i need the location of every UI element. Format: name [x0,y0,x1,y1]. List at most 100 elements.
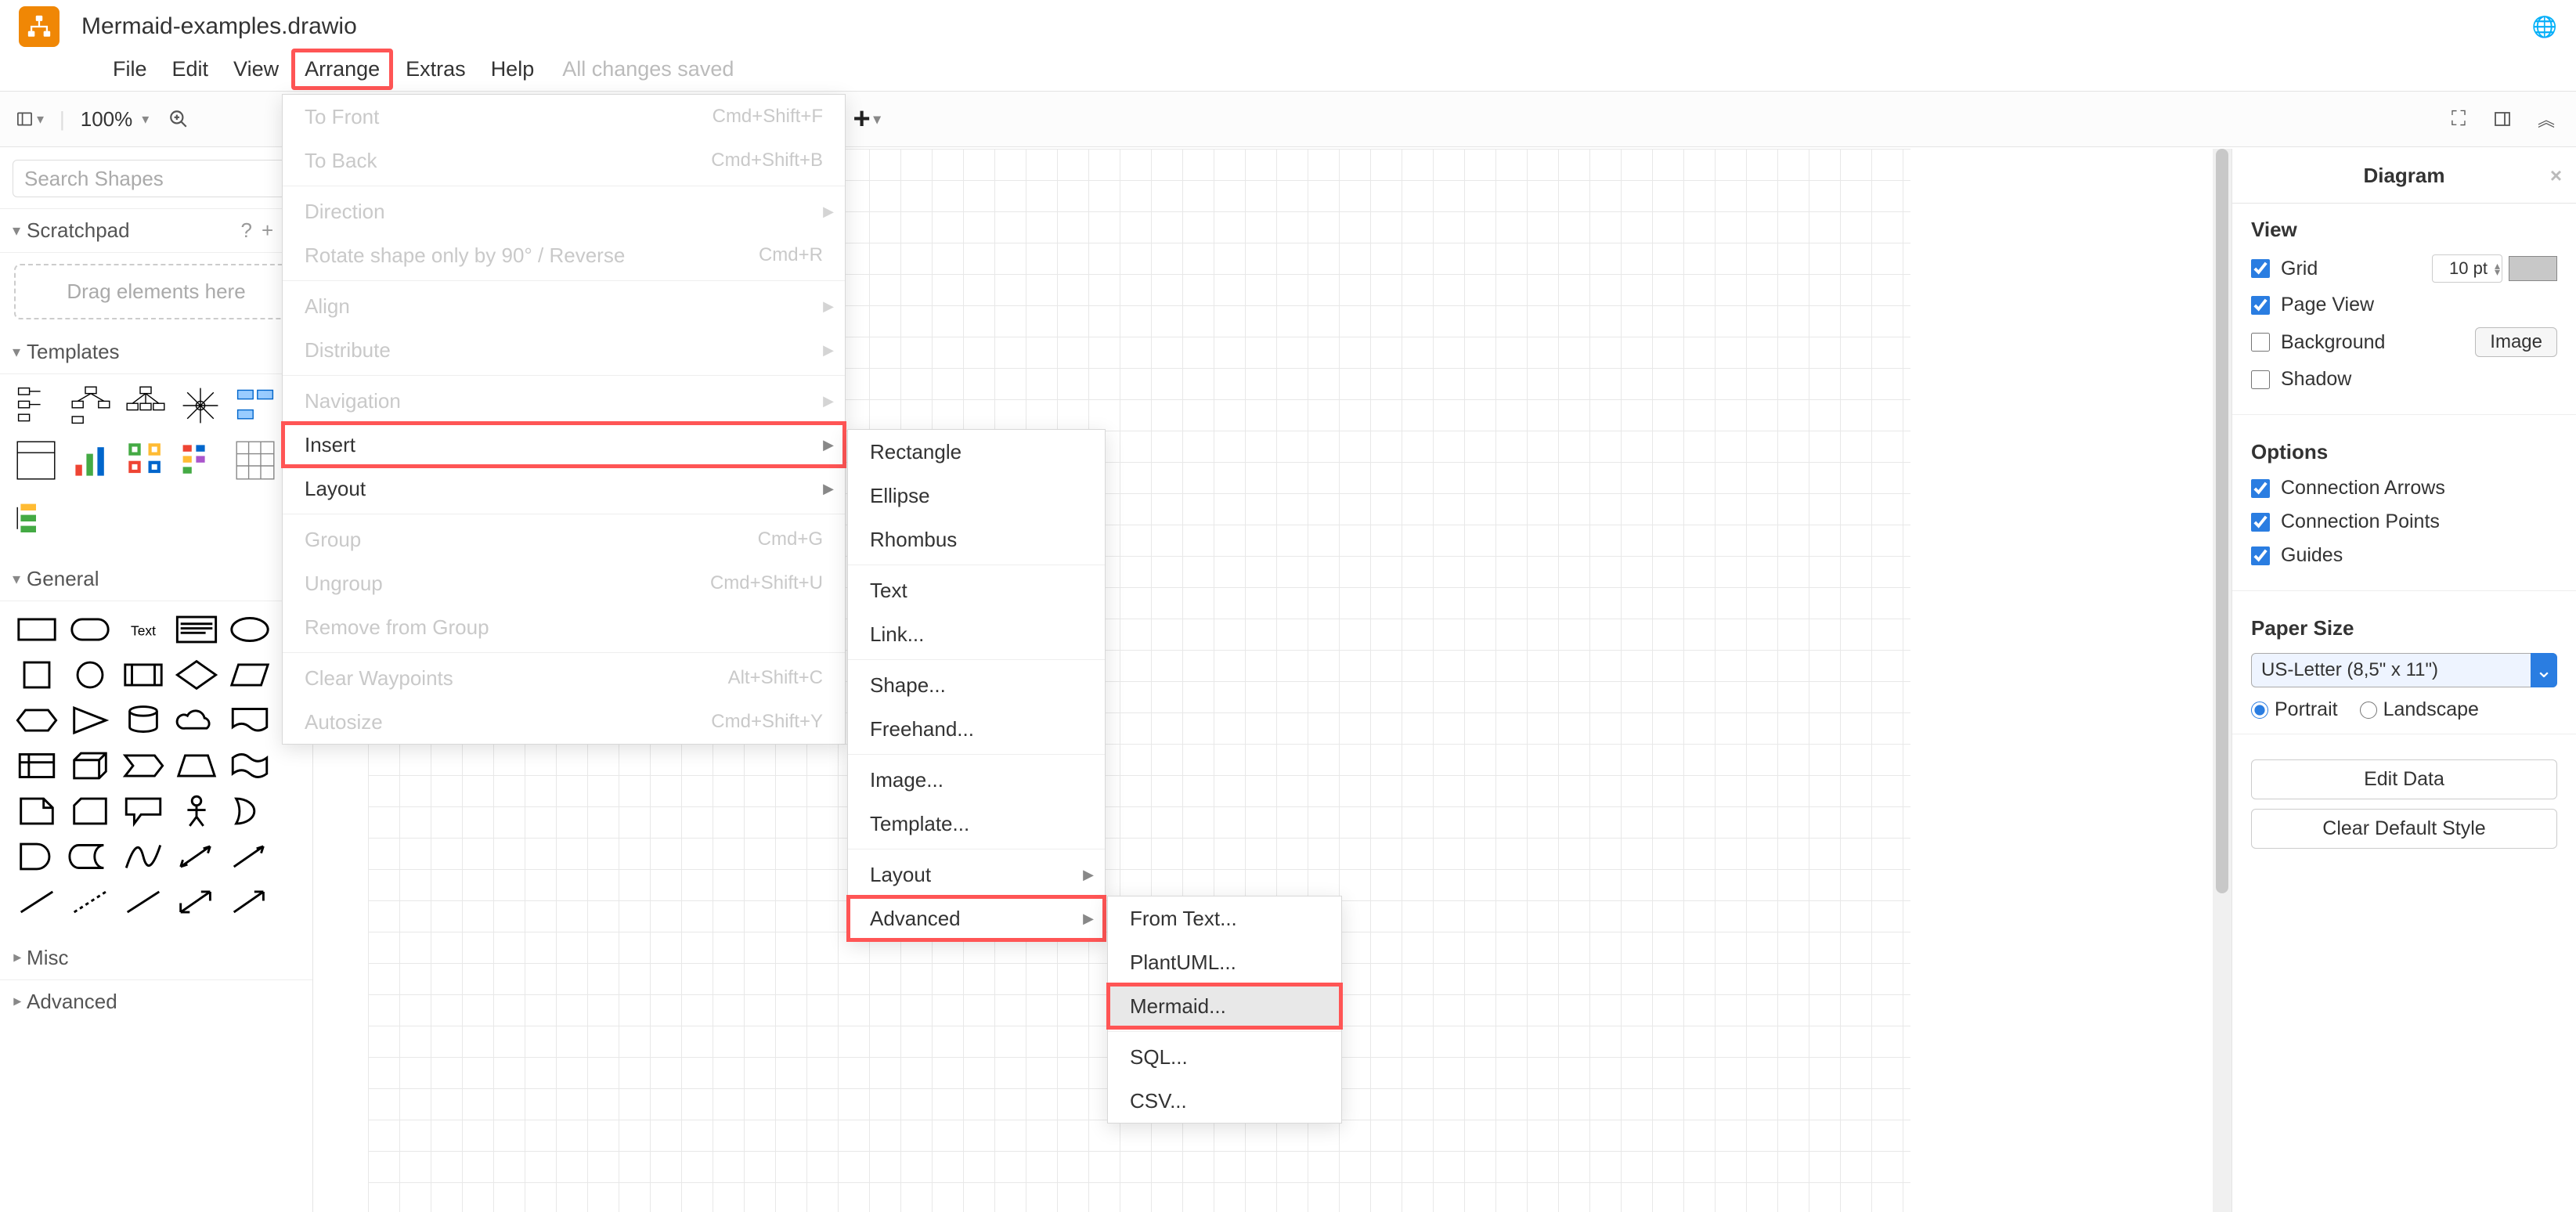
background-image-button[interactable]: Image [2475,327,2557,357]
clear-style-button[interactable]: Clear Default Style [2251,809,2557,849]
shape-document[interactable] [227,702,272,739]
shape-cylinder[interactable] [121,702,166,739]
insert-item-rhombus[interactable]: Rhombus [848,518,1105,561]
pageview-checkbox[interactable] [2251,296,2270,315]
shape-dashline[interactable] [67,883,113,921]
shape-arrow[interactable] [227,838,272,875]
grid-color-swatch[interactable] [2509,256,2557,281]
grid-checkbox[interactable] [2251,259,2270,278]
collapse-icon[interactable]: ︽ [2532,105,2560,133]
shape-rhombus[interactable] [174,656,219,694]
conn-arrows-checkbox[interactable] [2251,479,2270,498]
advanced-item-csv-[interactable]: CSV... [1108,1079,1341,1123]
document-title[interactable]: Mermaid-examples.drawio [81,13,357,40]
help-icon[interactable]: ? [241,218,252,243]
template-thumb[interactable] [179,438,222,482]
insert-item-advanced[interactable]: Advanced▶ [848,896,1105,940]
shadow-checkbox[interactable] [2251,370,2270,389]
shape-line2[interactable] [121,883,166,921]
template-thumb[interactable] [69,438,113,482]
menu-arrange[interactable]: Arrange [291,49,393,90]
shape-square[interactable] [14,656,60,694]
template-thumb[interactable] [14,438,58,482]
shape-process[interactable] [121,656,166,694]
template-thumb[interactable] [124,438,168,482]
insert-item-freehand-[interactable]: Freehand... [848,707,1105,751]
shape-tape[interactable] [227,747,272,785]
add-icon[interactable]: +▾ [853,105,881,133]
zoom-in-icon[interactable] [164,105,193,133]
search-shapes-input[interactable] [13,160,300,197]
shape-step[interactable] [121,747,166,785]
grid-size-input[interactable]: 10 pt▴▾ [2432,254,2502,283]
shape-rect[interactable] [14,611,60,648]
insert-item-image-[interactable]: Image... [848,758,1105,802]
shape-or[interactable] [227,792,272,830]
insert-item-ellipse[interactable]: Ellipse [848,474,1105,518]
background-checkbox[interactable] [2251,333,2270,352]
shape-callout[interactable] [121,792,166,830]
template-thumb[interactable] [179,384,222,427]
shape-card[interactable] [67,792,113,830]
shape-ellipse[interactable] [227,611,272,648]
shape-roundrect[interactable] [67,611,113,648]
shape-note[interactable] [14,792,60,830]
templates-header[interactable]: ▾Templates [0,330,312,374]
zoom-control[interactable]: 100%▾ [81,107,150,132]
menu-edit[interactable]: Edit [160,49,222,89]
sidebar-toggle-icon[interactable]: ▾ [16,105,44,133]
menu-extras[interactable]: Extras [393,49,478,89]
misc-header[interactable]: ▾Misc [0,936,312,980]
insert-item-text[interactable]: Text [848,568,1105,612]
menu-view[interactable]: View [221,49,291,89]
paper-size-select[interactable]: US-Letter (8,5" x 11") [2251,653,2557,687]
format-panel-icon[interactable] [2488,105,2516,133]
advanced-item-sql-[interactable]: SQL... [1108,1035,1341,1079]
globe-icon[interactable]: 🌐 [2532,15,2557,39]
arrange-item-layout[interactable]: Layout▶ [283,467,845,510]
guides-checkbox[interactable] [2251,546,2270,565]
shape-curve[interactable] [121,838,166,875]
add-scratch-icon[interactable]: + [262,218,273,243]
portrait-radio[interactable]: Portrait [2251,698,2338,721]
scratchpad-dropzone[interactable]: Drag elements here [14,264,298,319]
template-thumb[interactable] [69,384,113,427]
edit-data-button[interactable]: Edit Data [2251,759,2557,799]
shape-arrow2[interactable] [227,883,272,921]
insert-item-rectangle[interactable]: Rectangle [848,430,1105,474]
template-thumb[interactable] [124,384,168,427]
diagram-tab[interactable]: Diagram × [2232,149,2576,204]
insert-item-template-[interactable]: Template... [848,802,1105,846]
template-thumb[interactable] [14,384,58,427]
advanced-item-from-text-[interactable]: From Text... [1108,896,1341,940]
template-thumb[interactable] [233,438,277,482]
shape-datastore[interactable] [67,838,113,875]
shape-line[interactable] [14,883,60,921]
shape-internal[interactable] [14,747,60,785]
advanced-header[interactable]: ▾Advanced [0,980,312,1023]
shape-hexagon[interactable] [14,702,60,739]
shape-circle[interactable] [67,656,113,694]
template-thumb[interactable] [233,384,277,427]
general-header[interactable]: ▾General [0,557,312,601]
arrange-item-insert[interactable]: Insert▶ [283,423,845,467]
scratchpad-header[interactable]: ▾Scratchpad ?+✎ [0,209,312,253]
shape-actor[interactable] [174,792,219,830]
insert-item-layout[interactable]: Layout▶ [848,853,1105,896]
fullscreen-icon[interactable]: ⛶ [2444,105,2473,133]
shape-textbox[interactable] [174,611,219,648]
insert-item-shape-[interactable]: Shape... [848,663,1105,707]
vertical-scrollbar[interactable] [2213,149,2231,1212]
template-thumb[interactable] [14,500,58,543]
shape-cube[interactable] [67,747,113,785]
shape-triangle[interactable] [67,702,113,739]
shape-biarrow2[interactable] [174,883,219,921]
menu-file[interactable]: File [100,49,160,89]
shape-trapezoid[interactable] [174,747,219,785]
landscape-radio[interactable]: Landscape [2360,698,2479,721]
menu-help[interactable]: Help [478,49,547,89]
advanced-item-mermaid-[interactable]: Mermaid... [1108,984,1341,1028]
shape-and[interactable] [14,838,60,875]
shape-cloud[interactable] [174,702,219,739]
insert-item-link-[interactable]: Link... [848,612,1105,656]
